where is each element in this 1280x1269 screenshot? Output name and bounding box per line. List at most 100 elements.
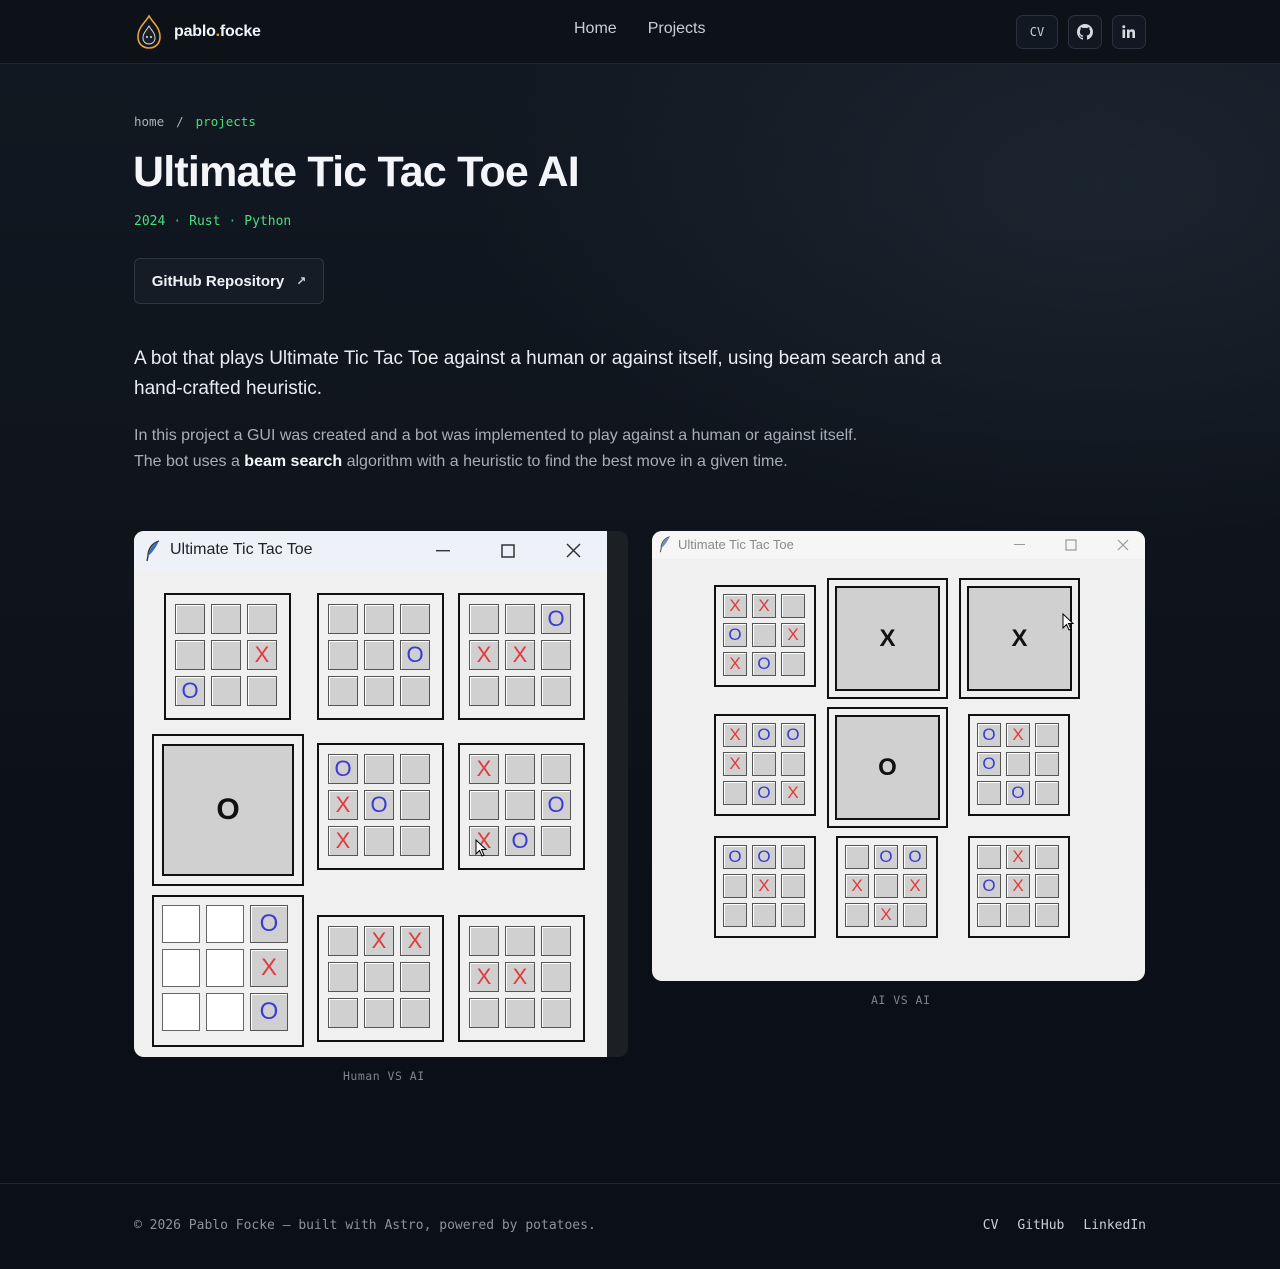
board-cell[interactable]	[781, 752, 805, 776]
board-cell[interactable]: O	[977, 874, 1001, 898]
footer-link-cv[interactable]: CV	[983, 1218, 999, 1233]
board-cell[interactable]	[364, 754, 394, 784]
board-cell[interactable]	[211, 640, 241, 670]
board-cell[interactable]: X	[723, 723, 747, 747]
board-cell[interactable]: O	[977, 752, 1001, 776]
board-cell[interactable]	[328, 676, 358, 706]
board-cell[interactable]	[162, 949, 200, 987]
board-cell[interactable]	[874, 874, 898, 898]
board-cell[interactable]	[364, 826, 394, 856]
board-cell[interactable]	[752, 752, 776, 776]
board-cell[interactable]: O	[752, 723, 776, 747]
board-cell[interactable]	[469, 676, 499, 706]
board-cell[interactable]: O	[752, 652, 776, 676]
board-cell[interactable]	[469, 998, 499, 1028]
board-cell[interactable]	[723, 781, 747, 805]
board-cell[interactable]	[469, 604, 499, 634]
board-cell[interactable]	[1035, 874, 1059, 898]
board-cell[interactable]: O	[400, 640, 430, 670]
board-cell[interactable]: O	[752, 845, 776, 869]
board-cell[interactable]: X	[505, 640, 535, 670]
board-cell[interactable]	[400, 790, 430, 820]
board-cell[interactable]	[206, 905, 244, 943]
minimize-icon[interactable]	[1014, 544, 1026, 546]
board-cell[interactable]: O	[903, 845, 927, 869]
board-cell[interactable]	[400, 676, 430, 706]
board-cell[interactable]: O	[1006, 781, 1030, 805]
board-cell[interactable]: O	[250, 905, 288, 943]
board-cell[interactable]	[505, 998, 535, 1028]
board-cell[interactable]	[781, 845, 805, 869]
board-cell[interactable]	[505, 754, 535, 784]
board-cell[interactable]	[400, 962, 430, 992]
board-cell[interactable]: X	[723, 752, 747, 776]
board-cell[interactable]: O	[723, 623, 747, 647]
board-cell[interactable]: O	[781, 723, 805, 747]
board-cell[interactable]	[1035, 781, 1059, 805]
board-cell[interactable]	[505, 676, 535, 706]
board-cell[interactable]	[162, 993, 200, 1031]
close-icon[interactable]	[566, 543, 581, 558]
board-cell[interactable]	[328, 998, 358, 1028]
board-cell[interactable]	[328, 604, 358, 634]
board-cell[interactable]: X	[400, 926, 430, 956]
board-cell[interactable]	[752, 903, 776, 927]
footer-link-linkedin[interactable]: LinkedIn	[1083, 1218, 1146, 1233]
board-cell[interactable]: O	[541, 604, 571, 634]
breadcrumb-current[interactable]: projects	[196, 114, 256, 129]
board-cell[interactable]	[541, 962, 571, 992]
board-cell[interactable]	[328, 640, 358, 670]
board-cell[interactable]	[977, 903, 1001, 927]
board-cell[interactable]	[364, 676, 394, 706]
breadcrumb-home[interactable]: home	[134, 114, 164, 129]
board-cell[interactable]	[1035, 752, 1059, 776]
board-cell[interactable]: X	[469, 754, 499, 784]
board-cell[interactable]	[1006, 903, 1030, 927]
board-cell[interactable]: O	[977, 723, 1001, 747]
board-cell[interactable]	[723, 903, 747, 927]
board-cell[interactable]	[781, 874, 805, 898]
board-cell[interactable]: X	[247, 640, 277, 670]
board-cell[interactable]	[723, 874, 747, 898]
board-cell[interactable]: X	[328, 790, 358, 820]
board-cell[interactable]	[400, 754, 430, 784]
board-cell[interactable]: X	[723, 594, 747, 618]
board-cell[interactable]	[781, 594, 805, 618]
board-cell[interactable]: O	[328, 754, 358, 784]
board-cell[interactable]	[1035, 903, 1059, 927]
board-cell[interactable]	[1035, 845, 1059, 869]
board-cell[interactable]	[903, 903, 927, 927]
board-cell[interactable]: X	[1006, 723, 1030, 747]
board-cell[interactable]	[364, 962, 394, 992]
board-cell[interactable]	[364, 604, 394, 634]
board-cell[interactable]: X	[845, 874, 869, 898]
board-cell[interactable]	[505, 790, 535, 820]
board-cell[interactable]: X	[752, 594, 776, 618]
board-cell[interactable]	[541, 826, 571, 856]
board-cell[interactable]: O	[175, 676, 205, 706]
board-cell[interactable]: X	[781, 781, 805, 805]
board-cell[interactable]: O	[874, 845, 898, 869]
board-cell[interactable]	[211, 604, 241, 634]
board-cell[interactable]	[400, 826, 430, 856]
board-cell[interactable]: X	[752, 874, 776, 898]
board-cell[interactable]: X	[903, 874, 927, 898]
cv-button[interactable]: CV	[1016, 15, 1058, 49]
close-icon[interactable]	[1117, 539, 1129, 551]
board-cell[interactable]: O	[541, 790, 571, 820]
board-cell[interactable]	[845, 845, 869, 869]
board-cell[interactable]: O	[752, 781, 776, 805]
board-cell[interactable]: X	[328, 826, 358, 856]
board-cell[interactable]	[541, 926, 571, 956]
board-cell[interactable]: X	[723, 652, 747, 676]
maximize-icon[interactable]	[1065, 539, 1077, 551]
board-cell[interactable]: X	[1006, 874, 1030, 898]
minimize-icon[interactable]	[436, 550, 452, 552]
board-cell[interactable]: O	[505, 826, 535, 856]
board-cell[interactable]: X	[469, 640, 499, 670]
board-cell[interactable]	[505, 926, 535, 956]
board-cell[interactable]	[469, 790, 499, 820]
board-cell[interactable]	[211, 676, 241, 706]
board-cell[interactable]: O	[250, 993, 288, 1031]
board-cell[interactable]	[175, 604, 205, 634]
